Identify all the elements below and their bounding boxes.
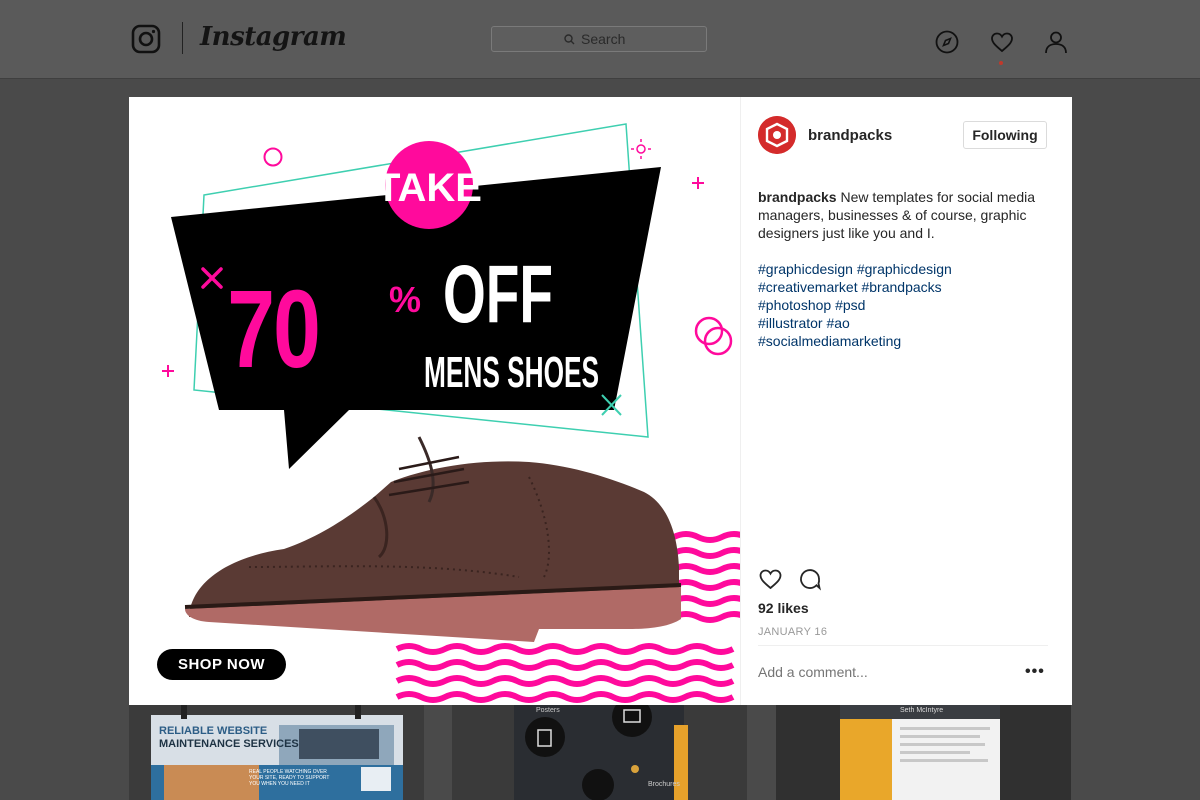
deco-plus-2 (162, 365, 174, 377)
percent-sign: % (389, 279, 421, 320)
thumbnail-resume-name: Seth McIntyre (900, 707, 944, 714)
following-button[interactable]: Following (963, 121, 1047, 149)
notification-dot (999, 61, 1003, 65)
logo-divider (182, 22, 183, 54)
likes-count[interactable]: 92 likes (758, 600, 809, 616)
profile-icon[interactable] (1044, 30, 1068, 54)
thumbnail-resume[interactable]: Seth McIntyre (776, 705, 1071, 800)
add-comment-input[interactable] (758, 664, 998, 680)
comment-divider (758, 645, 1048, 646)
hashtag-line[interactable]: #photoshop #psd (758, 296, 1058, 314)
deco-circle-1 (263, 147, 283, 167)
take-label: TAKE (376, 166, 482, 210)
hashtag-line[interactable]: #socialmediamarketing (758, 332, 1058, 350)
deco-plus-1 (692, 177, 704, 189)
thumbnail-label-brochures: Brochures (648, 781, 680, 788)
more-options-icon[interactable]: ••• (1025, 663, 1045, 681)
search-placeholder: Search (581, 31, 626, 47)
post-image-ad: TAKE 70 % OFF MENS SHOES SHOP NOW (129, 97, 740, 705)
post-side-panel: brandpacks Following brandpacks New temp… (740, 97, 1072, 705)
heart-icon[interactable] (990, 30, 1014, 54)
instagram-wordmark[interactable]: Instagram (200, 22, 347, 52)
shop-now-button[interactable]: SHOP NOW (157, 649, 286, 680)
hashtag-line[interactable]: #creativemarket #brandpacks (758, 278, 1058, 296)
thumbnail-text: REAL PEOPLE WATCHING OVER YOUR SITE, REA… (249, 769, 330, 787)
thumbnail-label-posters: Posters (536, 707, 560, 714)
hashtag-line[interactable]: #graphicdesign #graphicdesign (758, 260, 1058, 278)
thumbnail-posters-brochures[interactable]: Posters Brochures (452, 705, 747, 800)
feed-thumbnails: RELIABLE WEBSITE MAINTENANCE SERVICES RE… (0, 705, 1200, 800)
ad-artwork: TAKE 70 % OFF MENS SHOES (162, 123, 740, 703)
post-modal: TAKE 70 % OFF MENS SHOES SHOP NOW brandp… (129, 97, 1072, 705)
off-label: OFF (443, 249, 553, 340)
shoe-image (184, 436, 682, 642)
search-input[interactable]: Search (491, 26, 707, 52)
deco-sun-icon (631, 139, 651, 159)
like-heart-icon[interactable] (758, 567, 783, 591)
mens-shoes-label: MENS SHOES (424, 348, 599, 397)
instagram-logo-icon[interactable] (131, 24, 161, 54)
thumbnail-title-1: RELIABLE WEBSITE (159, 725, 268, 737)
search-icon (564, 33, 575, 44)
top-navigation-bar: Instagram Search (0, 0, 1200, 79)
thumbnail-title-2: MAINTENANCE SERVICES (159, 738, 299, 750)
thumbnail-website-maintenance[interactable]: RELIABLE WEBSITE MAINTENANCE SERVICES RE… (129, 705, 424, 800)
caption-username[interactable]: brandpacks (758, 189, 837, 205)
hashtag-list: #graphicdesign #graphicdesign #creativem… (758, 260, 1058, 350)
percent-number: 70 (227, 268, 321, 391)
post-username[interactable]: brandpacks (808, 127, 892, 144)
avatar[interactable] (758, 116, 796, 154)
post-date: JANUARY 16 (758, 626, 828, 638)
comment-bubble-icon[interactable] (798, 567, 822, 591)
hashtag-line[interactable]: #illustrator #ao (758, 314, 1058, 332)
compass-icon[interactable] (935, 30, 959, 54)
post-caption: brandpacks New templates for social medi… (758, 188, 1058, 242)
